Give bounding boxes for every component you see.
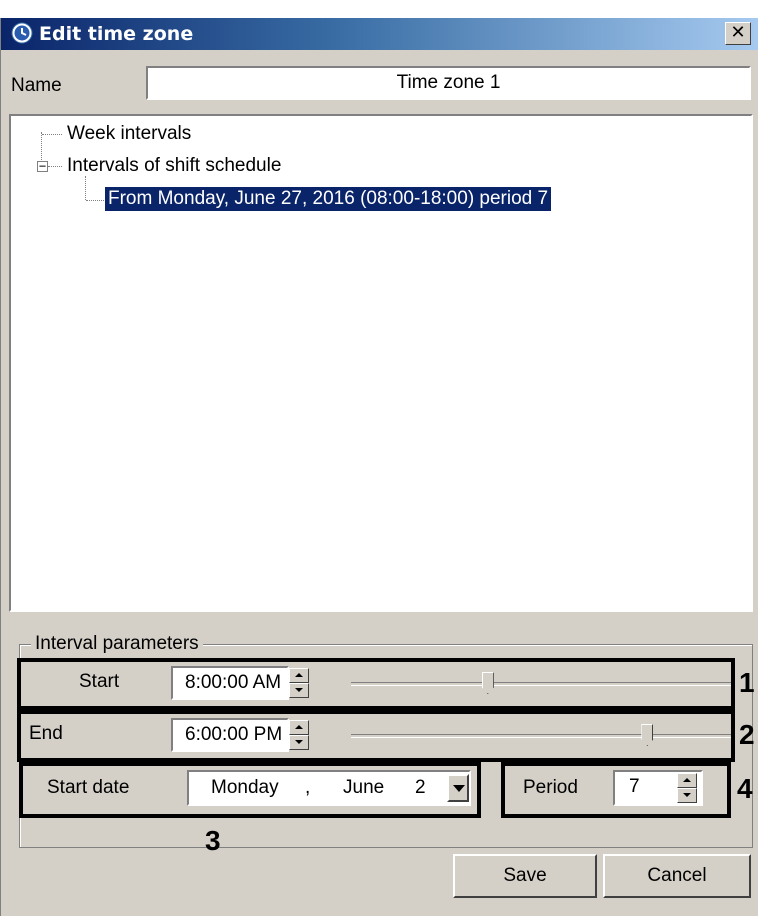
end-label: End (29, 723, 63, 744)
callout-number-2: 2 (739, 719, 755, 750)
spin-up-button[interactable] (289, 720, 309, 735)
up-arrow-icon (295, 725, 303, 729)
clock-icon (11, 22, 33, 44)
close-icon: ✕ (730, 22, 746, 43)
window-title: Edit time zone (39, 23, 194, 45)
dropdown-arrow-icon (453, 785, 465, 792)
start-date-label: Start date (47, 777, 130, 798)
spin-down-button[interactable] (677, 788, 697, 803)
start-time-input[interactable]: 8:00:00 AM (171, 666, 289, 700)
up-arrow-icon (683, 778, 691, 782)
interval-parameters-title: Interval parameters (31, 632, 203, 656)
tree-connector (86, 200, 104, 201)
callout-number-1: 1 (739, 667, 755, 698)
tree-connector (41, 132, 42, 162)
start-slider-track[interactable] (351, 682, 731, 686)
callout-number-3: 3 (205, 825, 221, 856)
name-label: Name (11, 75, 62, 96)
end-slider-track[interactable] (351, 734, 731, 738)
period-label: Period (523, 777, 578, 798)
tree-item-interval-selected[interactable]: From Monday, June 27, 2016 (08:00-18:00)… (105, 187, 552, 211)
start-date-dropdown-button[interactable] (447, 774, 469, 802)
spin-down-button[interactable] (289, 683, 309, 698)
start-date-weekday: Monday (211, 777, 279, 798)
tree-connector (42, 134, 62, 135)
callout-number-4: 4 (737, 773, 753, 804)
spin-down-button[interactable] (289, 735, 309, 750)
start-date-day: 2 (415, 777, 426, 798)
interval-tree[interactable]: − Week intervals Intervals of shift sche… (9, 114, 753, 612)
start-label: Start (79, 671, 120, 692)
tree-connector (85, 176, 86, 200)
down-arrow-icon (295, 740, 303, 744)
start-date-month: June (343, 777, 385, 798)
spin-up-button[interactable] (289, 668, 309, 683)
name-input[interactable]: Time zone 1 (146, 66, 751, 100)
collapse-icon[interactable]: − (37, 160, 48, 172)
spin-up-button[interactable] (677, 773, 697, 788)
period-spin-icon[interactable] (677, 773, 697, 803)
up-arrow-icon (295, 673, 303, 677)
title-bar[interactable]: Edit time zone ✕ (1, 18, 758, 50)
save-button[interactable]: Save (453, 854, 597, 898)
tree-item-week-intervals[interactable]: Week intervals (67, 122, 191, 146)
end-time-input[interactable]: 6:00:00 PM (171, 718, 289, 752)
start-date-picker[interactable]: Monday , June 2 (187, 770, 471, 806)
down-arrow-icon (683, 793, 691, 797)
screen-top-strip (0, 0, 758, 18)
tree-connector (48, 166, 62, 167)
close-button[interactable]: ✕ (725, 22, 751, 45)
end-time-spin-icon[interactable] (289, 720, 309, 750)
start-time-spin-icon[interactable] (289, 668, 309, 698)
down-arrow-icon (295, 688, 303, 692)
start-date-separator: , (305, 777, 311, 798)
tree-item-shift-schedule[interactable]: Intervals of shift schedule (67, 154, 281, 178)
edit-time-zone-dialog: Edit time zone ✕ Name Time zone 1 − Week… (0, 18, 758, 916)
cancel-button[interactable]: Cancel (603, 854, 751, 898)
